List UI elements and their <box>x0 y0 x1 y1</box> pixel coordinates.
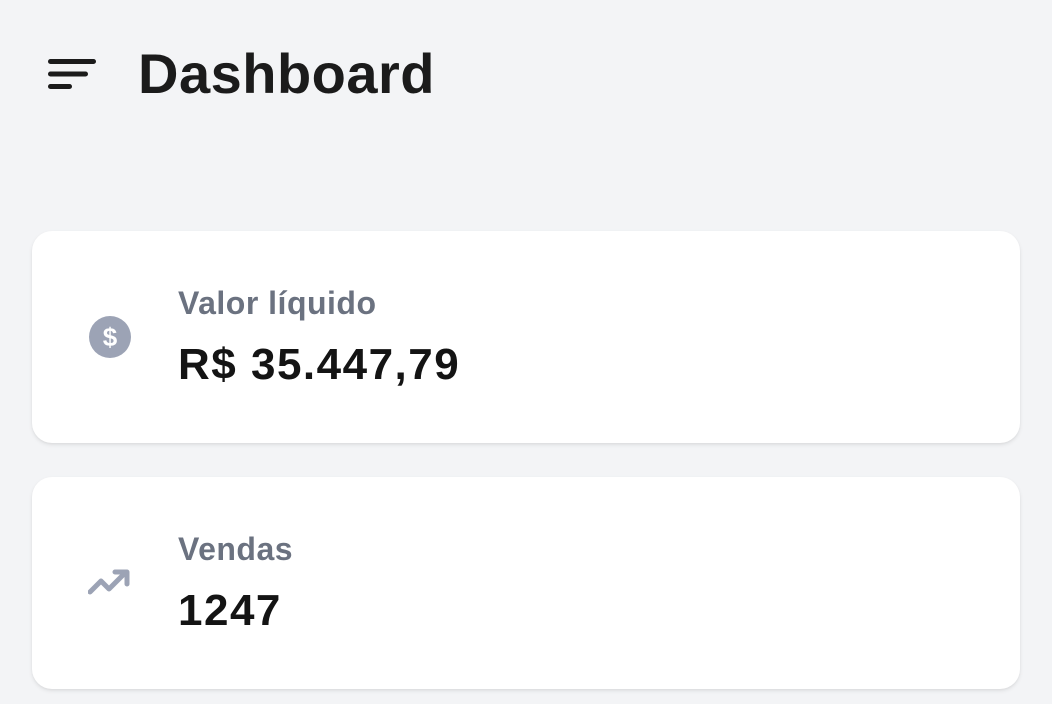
sales-card: Vendas 1247 <box>32 477 1020 689</box>
net-value-icon-wrap: $ <box>88 315 132 359</box>
sales-icon-wrap <box>88 561 132 605</box>
menu-icon <box>48 59 96 89</box>
sales-label: Vendas <box>178 531 294 567</box>
app-header: Dashboard <box>48 40 435 108</box>
dollar-coin-icon: $ <box>89 316 131 358</box>
net-value-label: Valor líquido <box>178 285 377 321</box>
sales-count: 1247 <box>178 586 282 635</box>
svg-text:$: $ <box>103 322 118 352</box>
net-value-amount: R$ 35.447,79 <box>178 340 461 389</box>
trending-up-icon <box>88 569 130 595</box>
net-value-card: $ Valor líquido R$ 35.447,79 <box>32 231 1020 443</box>
page-title: Dashboard <box>138 42 435 105</box>
menu-button[interactable] <box>48 54 98 94</box>
